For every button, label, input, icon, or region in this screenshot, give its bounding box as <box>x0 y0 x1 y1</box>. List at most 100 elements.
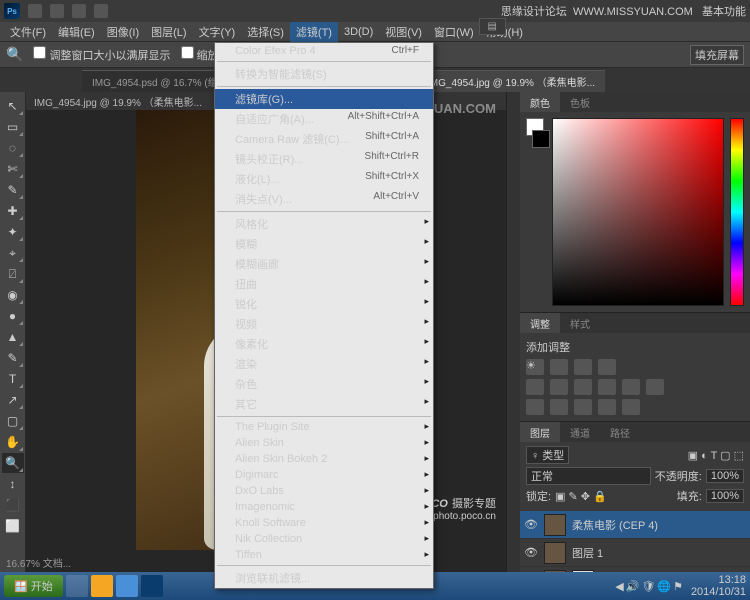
opacity-input[interactable]: 100% <box>706 469 744 483</box>
menu-item[interactable]: 文件(F) <box>4 22 52 42</box>
tool-button[interactable]: ⍁ <box>2 264 24 284</box>
adj-gradmap-icon[interactable] <box>598 399 616 415</box>
tool-button[interactable]: ● <box>2 306 24 326</box>
tray-icon[interactable]: 🛡 <box>641 580 655 593</box>
workspace-label[interactable]: 基本功能 <box>702 6 746 18</box>
tool-button[interactable]: ◌ <box>2 138 24 158</box>
adj-bw-icon[interactable] <box>574 379 592 395</box>
tool-button[interactable]: ⬛ <box>2 495 24 515</box>
visibility-icon[interactable]: 👁 <box>524 546 538 559</box>
title-quick-icons[interactable] <box>28 4 108 18</box>
menu-dropdown-item[interactable]: Knoll Software <box>215 515 433 531</box>
adj-hue-icon[interactable] <box>550 379 568 395</box>
visibility-icon[interactable]: 👁 <box>524 518 538 531</box>
menu-dropdown-item[interactable]: 杂色 <box>215 374 433 394</box>
layer-thumb[interactable] <box>544 542 566 564</box>
menu-dropdown-item[interactable]: 浏览联机滤镜... <box>215 568 433 588</box>
tool-button[interactable]: ▢ <box>2 411 24 431</box>
document-tab[interactable]: IMG_4954.jpg @ 19.9% （柔焦电影... <box>417 70 605 92</box>
tab-adjustments[interactable]: 调整 <box>520 313 560 333</box>
menu-dropdown-item[interactable]: Alien Skin <box>215 435 433 451</box>
menu-dropdown-item[interactable]: 镜头校正(R)...Shift+Ctrl+R <box>215 149 433 169</box>
menu-dropdown-item[interactable]: 模糊 <box>215 234 433 254</box>
adj-selcol-icon[interactable] <box>622 399 640 415</box>
opt-fitscreen[interactable]: 调整窗口大小以满屏显示 <box>33 46 170 63</box>
tool-button[interactable]: ✎ <box>2 348 24 368</box>
tab-styles[interactable]: 样式 <box>560 313 600 333</box>
tab-layers-group[interactable]: 路径 <box>600 422 640 442</box>
menu-dropdown-item[interactable]: 模糊画廊 <box>215 254 433 274</box>
tool-button[interactable]: ✄ <box>2 159 24 179</box>
adj-brightness-icon[interactable]: ☀ <box>526 359 544 375</box>
adj-thresh-icon[interactable] <box>574 399 592 415</box>
tool-button[interactable]: ▭ <box>2 117 24 137</box>
menu-dropdown-item[interactable]: 像素化 <box>215 334 433 354</box>
adj-invert-icon[interactable] <box>526 399 544 415</box>
menu-dropdown-item[interactable]: 视频 <box>215 314 433 334</box>
tab-swatches[interactable]: 色板 <box>560 92 600 112</box>
tab-layers-group[interactable]: 图层 <box>520 422 560 442</box>
menu-dropdown-item[interactable]: 扭曲 <box>215 274 433 294</box>
layer-row[interactable]: 👁图层 1 <box>520 539 750 567</box>
adj-curves-icon[interactable] <box>574 359 592 375</box>
adj-lut-icon[interactable] <box>646 379 664 395</box>
menu-item[interactable]: 视图(V) <box>379 22 428 42</box>
menu-item[interactable]: 选择(S) <box>241 22 290 42</box>
menu-dropdown-item[interactable]: 渲染 <box>215 354 433 374</box>
tool-button[interactable]: ↕ <box>2 474 24 494</box>
menu-dropdown-item[interactable]: Imagenomic <box>215 499 433 515</box>
layer-filter-kind[interactable]: ♀ 类型 <box>526 446 569 464</box>
menu-dropdown-item[interactable]: Color Efex Pro 4Ctrl+F <box>215 43 433 59</box>
menu-item[interactable]: 窗口(W) <box>428 22 480 42</box>
layer-thumb[interactable] <box>544 514 566 536</box>
tool-button[interactable]: ✋ <box>2 432 24 452</box>
blend-mode-select[interactable]: 正常 <box>526 467 651 485</box>
tool-button[interactable]: ✦ <box>2 222 24 242</box>
opt-fill-screen[interactable]: 填充屏幕 <box>690 45 744 65</box>
tray-icon[interactable]: ⚑ <box>673 580 683 593</box>
menu-bar[interactable]: 文件(F)编辑(E)图像(I)图层(L)文字(Y)选择(S)滤镜(T)3D(D)… <box>0 22 750 42</box>
menu-item[interactable]: 图像(I) <box>101 22 145 42</box>
menu-item[interactable]: 滤镜(T) <box>290 22 338 42</box>
tool-button[interactable]: T <box>2 369 24 389</box>
taskbar-app-icon[interactable] <box>116 575 138 597</box>
tab-layers-group[interactable]: 通道 <box>560 422 600 442</box>
menu-dropdown-item[interactable]: DxO Labs <box>215 483 433 499</box>
menu-dropdown-item[interactable]: 风格化 <box>215 214 433 234</box>
menu-dropdown-item[interactable]: Tiffen <box>215 547 433 563</box>
tray-icon[interactable]: 🌐 <box>657 580 671 593</box>
adj-vibrance-icon[interactable] <box>526 379 544 395</box>
menu-item[interactable]: 3D(D) <box>338 24 379 40</box>
menu-dropdown-item[interactable]: 滤镜库(G)... <box>215 89 433 109</box>
tool-button[interactable]: ▲ <box>2 327 24 347</box>
tool-button[interactable]: ✚ <box>2 201 24 221</box>
clock[interactable]: 13:182014/10/31 <box>691 574 746 598</box>
menu-dropdown-item[interactable]: The Plugin Site <box>215 419 433 435</box>
adj-mixer-icon[interactable] <box>622 379 640 395</box>
taskbar-app-icon[interactable] <box>141 575 163 597</box>
start-button[interactable]: 🪟 开始 <box>4 575 63 597</box>
menu-dropdown-item[interactable]: 其它 <box>215 394 433 414</box>
menu-dropdown-item[interactable]: 消失点(V)...Alt+Ctrl+V <box>215 189 433 209</box>
taskbar-app-icon[interactable] <box>91 575 113 597</box>
tool-button[interactable]: ◉ <box>2 285 24 305</box>
adj-exposure-icon[interactable] <box>598 359 616 375</box>
menu-dropdown-item[interactable]: Nik Collection <box>215 531 433 547</box>
collapsed-panel-tab[interactable]: ▤ <box>479 18 506 35</box>
menu-item[interactable]: 图层(L) <box>145 22 192 42</box>
menu-item[interactable]: 编辑(E) <box>52 22 101 42</box>
tool-button[interactable]: ⌖ <box>2 243 24 263</box>
tool-button[interactable]: ↖ <box>2 96 24 116</box>
tool-button[interactable]: ✎ <box>2 180 24 200</box>
tool-button[interactable]: ↗ <box>2 390 24 410</box>
color-picker-field[interactable] <box>552 118 724 306</box>
tab-color[interactable]: 颜色 <box>520 92 560 112</box>
menu-dropdown-item[interactable]: Camera Raw 滤镜(C)...Shift+Ctrl+A <box>215 129 433 149</box>
tool-button[interactable]: ⬜ <box>2 516 24 536</box>
menu-dropdown-item[interactable]: 转换为智能滤镜(S) <box>215 64 433 84</box>
adj-levels-icon[interactable] <box>550 359 568 375</box>
menu-dropdown-item[interactable]: 锐化 <box>215 294 433 314</box>
fill-input[interactable]: 100% <box>706 489 744 503</box>
tool-button[interactable]: 🔍 <box>2 453 24 473</box>
tray-icon[interactable]: ◀ <box>615 580 623 593</box>
